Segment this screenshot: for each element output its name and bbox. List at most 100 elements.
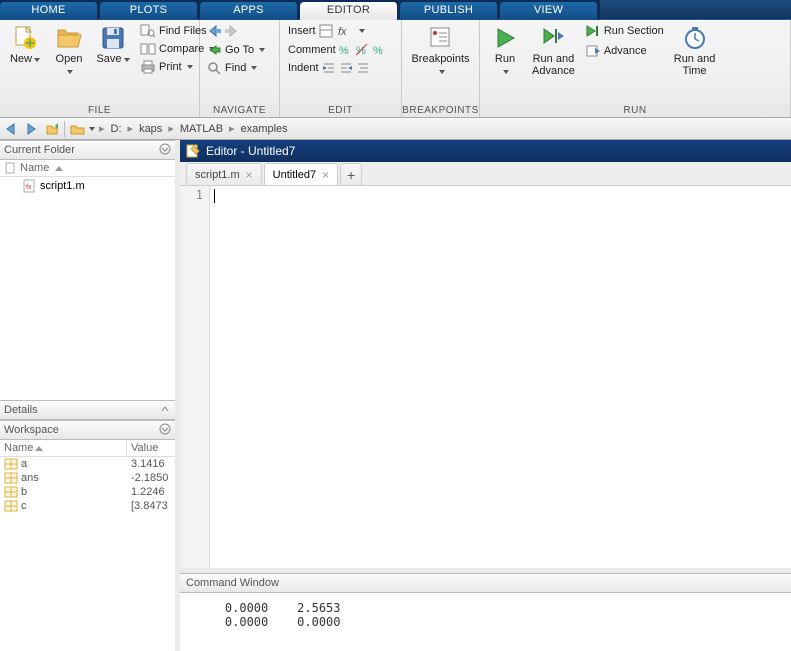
path-segment-2[interactable]: MATLAB [178, 123, 225, 135]
line-gutter: 1 [180, 186, 210, 568]
details-title: Details [4, 404, 38, 416]
add-tab-button[interactable]: + [340, 163, 362, 185]
current-folder-title: Current Folder [4, 144, 75, 156]
variable-icon [4, 486, 18, 498]
indent-button[interactable]: Indent [286, 61, 389, 75]
current-folder-header: Current Folder [0, 140, 175, 160]
find-files-icon [140, 24, 156, 38]
run-section-button[interactable]: Run Section [583, 23, 666, 39]
uncomment-icon: % [356, 44, 370, 56]
comment-percent-icon: % [339, 44, 353, 56]
open-button[interactable]: Open [50, 23, 88, 79]
run-advance-icon [540, 25, 566, 51]
indent-in-icon [322, 62, 336, 74]
path-segment-3[interactable]: examples [239, 123, 290, 135]
code-body[interactable] [210, 186, 791, 568]
details-expand-button[interactable] [159, 403, 171, 418]
ribbon-group-run-label: RUN [480, 104, 790, 117]
tab-home[interactable]: HOME [0, 2, 98, 20]
code-area[interactable]: 1 [180, 186, 791, 573]
compare-icon [140, 42, 156, 56]
nav-forward-button[interactable] [24, 122, 40, 136]
editor-tab-label: script1.m [195, 169, 240, 181]
variable-icon [4, 458, 18, 470]
ribbon-group-file: New Open Save Find Files Compare [0, 20, 200, 117]
command-window-body[interactable]: 0.0000 2.5653 0.0000 0.0000 [180, 593, 791, 651]
tab-apps[interactable]: APPS [200, 2, 298, 20]
workspace-body: Name Value a 3.1416 ans -2.1850 b 1.2246… [0, 440, 175, 651]
ribbon-group-navigate-label: NAVIGATE [200, 104, 279, 117]
top-tab-bar: HOME PLOTS APPS EDITOR PUBLISH VIEW [0, 0, 791, 20]
breakpoints-button[interactable]: Breakpoints [409, 23, 471, 79]
workspace-header: Workspace [0, 420, 175, 440]
ribbon: New Open Save Find Files Compare [0, 20, 791, 118]
save-button[interactable]: Save [94, 23, 132, 67]
editor-title-bar: Editor - Untitled7 [180, 140, 791, 162]
details-header: Details [0, 400, 175, 420]
current-folder-collapse-button[interactable] [159, 143, 171, 158]
ribbon-group-breakpoints-label: BREAKPOINTS [402, 104, 479, 117]
nav-up-button[interactable] [44, 122, 60, 136]
tab-editor[interactable]: EDITOR [300, 2, 398, 20]
file-item-0[interactable]: fx script1.m [0, 177, 175, 195]
insert-button[interactable]: Insert fx [286, 23, 389, 39]
workspace-var-0[interactable]: a 3.1416 [0, 457, 175, 471]
current-folder-col-header[interactable]: Name [0, 160, 175, 177]
ribbon-group-run: Run Run and Advance Run Section Advance … [480, 20, 791, 117]
run-button[interactable]: Run [486, 23, 524, 79]
mfile-icon: fx [22, 179, 36, 193]
main-area: Current Folder Name fx script1.m Details… [0, 140, 791, 651]
svg-text:fx: fx [26, 184, 32, 191]
workspace-col-header[interactable]: Name Value [0, 440, 175, 457]
command-window-title: Command Window [180, 573, 791, 593]
variable-icon [4, 472, 18, 484]
editor-title-text: Editor - Untitled7 [206, 144, 295, 158]
run-time-icon [682, 25, 708, 51]
workspace-var-3[interactable]: c [3.8473 [0, 499, 175, 513]
path-segment-0[interactable]: D: [109, 123, 124, 135]
file-item-label: script1.m [40, 180, 85, 192]
file-generic-icon [4, 162, 16, 174]
tab-publish[interactable]: PUBLISH [400, 2, 498, 20]
run-section-icon [585, 24, 601, 38]
nav-back-forward[interactable] [206, 23, 267, 39]
find-button[interactable]: Find [206, 61, 267, 75]
close-tab-icon[interactable]: × [322, 168, 329, 182]
new-button[interactable]: New [6, 23, 44, 67]
nav-back-button[interactable] [4, 122, 20, 136]
comment-button[interactable]: Comment % % % [286, 43, 389, 57]
advance-button[interactable]: Advance [583, 43, 666, 59]
run-and-time-button[interactable]: Run and Time [672, 23, 718, 79]
editor-tab-0[interactable]: script1.m × [186, 163, 262, 185]
advance-icon [585, 44, 601, 58]
close-tab-icon[interactable]: × [246, 168, 253, 182]
path-segment-1[interactable]: kaps [137, 123, 164, 135]
open-folder-icon [56, 25, 82, 51]
wrap-comment-icon: % [373, 44, 387, 56]
run-and-advance-button[interactable]: Run and Advance [530, 23, 577, 79]
ribbon-group-breakpoints: Breakpoints BREAKPOINTS [402, 20, 480, 117]
editor-tab-1[interactable]: Untitled7 × [264, 163, 338, 185]
svg-text:fx: fx [338, 26, 347, 38]
text-cursor [214, 189, 215, 203]
svg-text:%: % [339, 45, 349, 56]
goto-button[interactable]: Go To [206, 43, 267, 57]
tab-view[interactable]: VIEW [500, 2, 598, 20]
goto-arrow-icon [208, 44, 222, 56]
workspace-collapse-button[interactable] [159, 423, 171, 438]
editor-pencil-icon [186, 144, 200, 158]
variable-icon [4, 500, 18, 512]
ribbon-group-navigate: Go To Find NAVIGATE [200, 20, 280, 117]
print-icon [140, 60, 156, 74]
breakpoints-icon [428, 25, 454, 51]
workspace-var-2[interactable]: b 1.2246 [0, 485, 175, 499]
workspace-var-1[interactable]: ans -2.1850 [0, 471, 175, 485]
save-disk-icon [100, 25, 126, 51]
nav-arrows-icon [208, 24, 242, 38]
editor-tab-label: Untitled7 [273, 169, 316, 181]
tab-plots[interactable]: PLOTS [100, 2, 198, 20]
ribbon-group-edit: Insert fx Comment % % % Indent [280, 20, 402, 117]
smart-indent-icon [356, 62, 370, 74]
path-bar: ▸ D: ▸ kaps ▸ MATLAB ▸ examples [0, 118, 791, 140]
browse-folder-button[interactable] [69, 122, 95, 136]
